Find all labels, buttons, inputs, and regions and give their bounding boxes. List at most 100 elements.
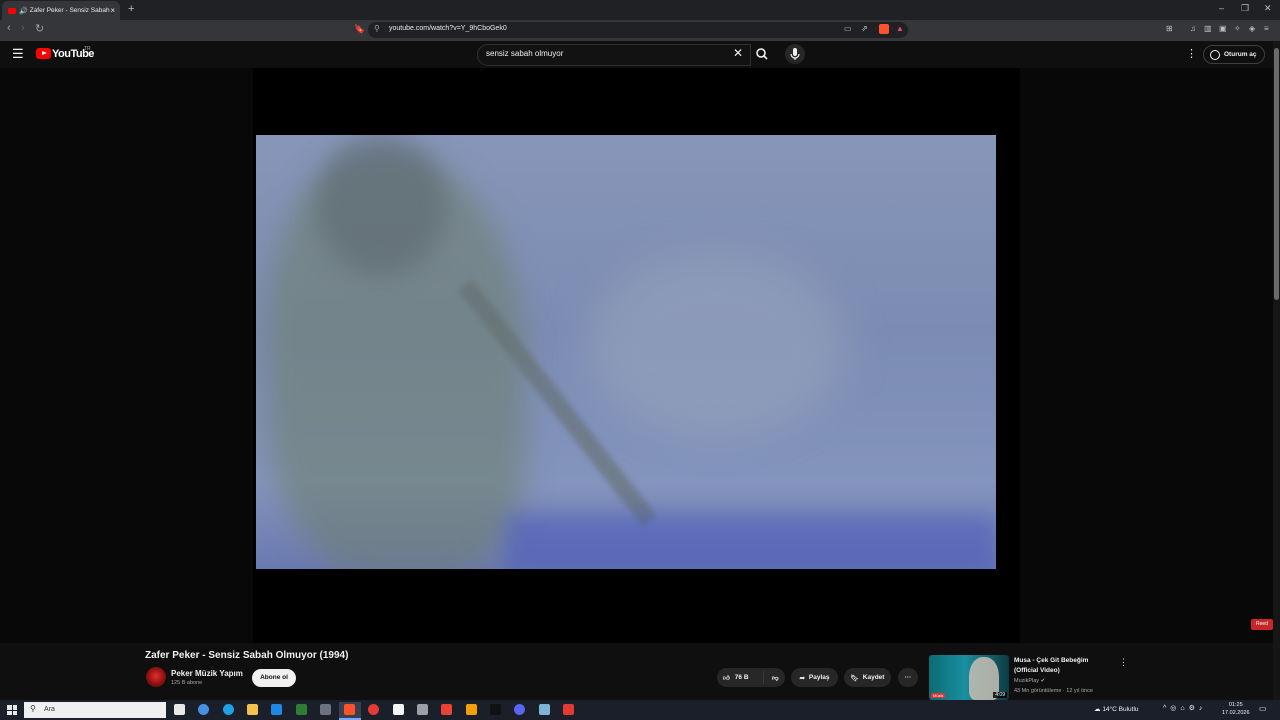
share-page-icon[interactable]: ⇗ xyxy=(861,24,868,33)
taskbar-app-icon[interactable] xyxy=(466,704,477,715)
taskbar-app-icon[interactable] xyxy=(393,704,404,715)
bookmark-icon[interactable]: 🔖 xyxy=(354,24,365,35)
notification-icon[interactable]: ▭ xyxy=(1259,704,1267,713)
url-text[interactable]: youtube.com/watch?v=Y_9hCboGek0 xyxy=(389,25,507,32)
taskbar-app-icon[interactable] xyxy=(563,704,574,715)
region-code: TR xyxy=(84,46,91,52)
thumbs-down-icon: 👎︎ xyxy=(772,674,779,682)
cloud-icon: ☁ xyxy=(1094,706,1101,713)
voice-search-button[interactable] xyxy=(785,44,805,64)
weather-widget[interactable]: ☁ 14°C Bulutlu xyxy=(1094,705,1139,713)
windows-start-icon[interactable] xyxy=(7,705,17,715)
taskbar-app-icon[interactable] xyxy=(344,704,355,715)
channel-name[interactable]: Peker Müzik Yapım xyxy=(171,669,243,678)
sign-in-label: Oturum aç xyxy=(1224,51,1257,58)
settings-kebab-icon[interactable]: ⋮ xyxy=(1186,47,1197,60)
clock-time: 01:25 xyxy=(1228,702,1243,708)
thumbnail-badge: Müzik xyxy=(931,693,946,698)
new-tab-button[interactable]: + xyxy=(128,3,134,15)
audio-playing-icon[interactable]: 🔊 xyxy=(19,7,28,15)
taskbar-search-placeholder[interactable]: Ara xyxy=(44,706,55,713)
recommendation-channel-name: MuzikPlay xyxy=(1014,678,1040,684)
wallet-icon[interactable]: ▣ xyxy=(1219,24,1227,33)
subscriber-count: 125 B abone xyxy=(171,680,203,686)
close-window-button[interactable]: ✕ xyxy=(1264,3,1272,14)
maximize-button[interactable]: ❐ xyxy=(1241,3,1249,14)
taskbar-app-icon[interactable] xyxy=(490,704,501,715)
search-button[interactable] xyxy=(750,44,774,64)
search-icon xyxy=(756,48,768,60)
youtube-logo-icon[interactable] xyxy=(36,48,51,59)
brave-rewards-icon[interactable]: ▲ xyxy=(896,24,904,33)
minimize-button[interactable]: – xyxy=(1219,3,1224,13)
media-icon[interactable]: ♫ xyxy=(1190,24,1196,33)
recommendation-channel[interactable]: MuzikPlay ✔ xyxy=(1014,678,1045,684)
like-button[interactable]: 👍︎ 76 B xyxy=(717,671,764,684)
taskbar-search-icon: ⚲ xyxy=(30,704,36,713)
browser-tab-strip xyxy=(0,0,1280,20)
save-button[interactable]: 🔖︎ Kaydet xyxy=(844,668,891,687)
leo-icon[interactable]: ✧ xyxy=(1234,24,1241,33)
recommendation-title[interactable]: Musa - Çek Git Bebeğim (Official Video) xyxy=(1014,656,1114,676)
recommendation-thumbnail[interactable]: Müzik 4:09 xyxy=(929,655,1009,700)
reload-icon[interactable]: ↻ xyxy=(35,22,44,35)
save-label: Kaydet xyxy=(862,674,885,681)
taskbar-app-icon[interactable] xyxy=(320,704,331,715)
windows-taskbar xyxy=(0,700,1280,720)
taskbar-app-icon[interactable] xyxy=(368,704,379,715)
video-title: Zafer Peker - Sensiz Sabah Olmuyor (1994… xyxy=(145,650,349,661)
video-frame[interactable] xyxy=(256,135,996,569)
account-icon xyxy=(1210,49,1220,60)
vpn-icon[interactable]: ◈ xyxy=(1249,24,1255,33)
channel-avatar[interactable] xyxy=(146,667,166,687)
search-query[interactable]: sensiz sabah olmuyor xyxy=(486,49,563,58)
tab-close-icon[interactable]: × xyxy=(110,6,115,15)
stage-light xyxy=(506,515,996,569)
share-icon: ➦ xyxy=(799,674,805,682)
back-icon[interactable]: ‹ xyxy=(7,22,11,34)
cast-icon[interactable]: ▭ xyxy=(844,24,852,33)
taskbar-app-icon[interactable] xyxy=(417,704,428,715)
guide-menu-icon[interactable]: ☰ xyxy=(12,46,24,62)
subscribe-button[interactable]: Abone ol xyxy=(252,669,296,687)
scrollbar-thumb[interactable] xyxy=(1274,48,1279,300)
ad-badge[interactable]: Reed xyxy=(1251,619,1273,630)
clear-search-icon[interactable]: ✕ xyxy=(733,46,743,60)
forward-icon[interactable]: › xyxy=(21,22,25,34)
like-count: 76 B xyxy=(734,674,749,681)
save-icon: 🔖︎ xyxy=(850,674,859,682)
extensions-icon[interactable]: ⊞ xyxy=(1166,24,1173,33)
tab-title: Zafer Peker - Sensiz Sabah Ol xyxy=(29,7,111,14)
clock-date: 17.02.2026 xyxy=(1222,710,1250,716)
share-button[interactable]: ➦ Paylaş xyxy=(791,668,838,687)
verified-icon: ✔ xyxy=(1040,678,1046,684)
taskbar-app-icon[interactable] xyxy=(296,704,307,715)
taskbar-app-icon[interactable] xyxy=(198,704,209,715)
brave-shields-icon[interactable] xyxy=(879,24,889,34)
share-label: Paylaş xyxy=(808,674,830,681)
sign-in-button[interactable]: Oturum aç xyxy=(1203,45,1265,64)
recommendation-menu-icon[interactable]: ⋮ xyxy=(1119,657,1128,668)
taskbar-app-icon[interactable] xyxy=(441,704,452,715)
taskbar-app-icon[interactable] xyxy=(223,704,234,715)
taskbar-clock[interactable]: 01:25 17.02.2026 xyxy=(1222,701,1250,717)
fog-haze xyxy=(586,255,846,435)
thumbs-up-icon: 👍︎ xyxy=(723,674,730,682)
microphone-icon xyxy=(790,48,800,60)
taskbar-app-icon[interactable] xyxy=(539,704,550,715)
browser-tab[interactable]: 🔊 Zafer Peker - Sensiz Sabah Ol × xyxy=(2,1,120,20)
dislike-button[interactable]: 👎︎ xyxy=(764,674,779,682)
more-actions-button[interactable]: ··· xyxy=(898,668,918,687)
site-info-icon[interactable]: ⚲ xyxy=(374,24,380,33)
weather-text: 14°C Bulutlu xyxy=(1102,706,1139,713)
like-dislike-group: 👍︎ 76 B 👎︎ xyxy=(717,668,785,687)
taskbar-app-icon[interactable] xyxy=(514,704,525,715)
sidebar-icon[interactable]: ▥ xyxy=(1204,24,1212,33)
system-tray[interactable]: ^◎⌂⚙♪ xyxy=(1163,704,1206,712)
figure-head xyxy=(316,135,446,275)
recommendation-meta: 43 Mn görüntüleme · 12 yıl önce xyxy=(1014,688,1093,694)
taskbar-app-icon[interactable] xyxy=(174,704,185,715)
menu-icon[interactable]: ≡ xyxy=(1264,24,1269,33)
taskbar-app-icon[interactable] xyxy=(247,704,258,715)
taskbar-app-icon[interactable] xyxy=(271,704,282,715)
